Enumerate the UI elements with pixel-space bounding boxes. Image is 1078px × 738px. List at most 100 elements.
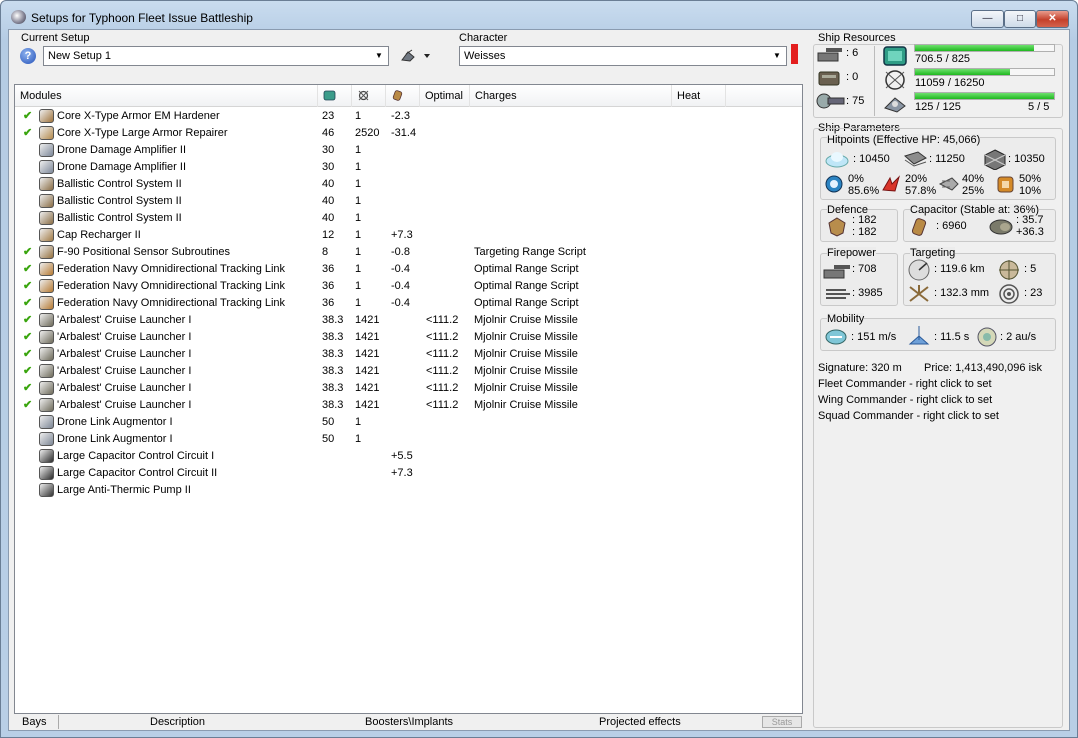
drone-damage-amplifier-icon [39,160,54,174]
cpu-bar [914,44,1055,52]
character-select[interactable]: Weisses ▼ [459,46,787,66]
module-row[interactable]: Cap Recharger II 12 1 +7.3 [15,227,802,244]
hitpoints-title: Hitpoints (Effective HP: 45,066) [827,134,981,146]
module-row[interactable]: Drone Damage Amplifier II 30 1 [15,142,802,159]
module-cpu: 36 [322,263,335,275]
thermal-resist-bottom: 57.8% [905,185,937,197]
drone-damage-amplifier-icon [39,143,54,157]
module-powergrid: 1 [355,178,362,190]
module-powergrid: 1 [355,161,362,173]
module-row[interactable]: ✔ Federation Navy Omnidirectional Trackin… [15,295,802,312]
module-cpu: 50 [322,416,335,428]
module-cpu: 38.3 [322,331,344,343]
module-row[interactable]: Ballistic Control System II 40 1 [15,193,802,210]
tab-bays[interactable]: Bays [22,714,46,730]
online-check-icon[interactable]: ✔ [23,296,35,311]
module-cpu: 50 [322,433,335,445]
powergrid-value: 11059 / 16250 [915,77,985,89]
module-capacitor: -0.4 [391,263,410,275]
calibration-value: : 75 [846,95,865,107]
tracking-link-icon [39,262,54,276]
tab-boosters-implants[interactable]: Boosters\Implants [365,714,453,730]
drone-bandwidth-value: 125 / 125 [915,101,961,113]
tab-description[interactable]: Description [150,714,205,730]
module-row[interactable]: Large Anti-Thermic Pump II [15,482,802,499]
module-row[interactable]: ✔ F-90 Positional Sensor Subroutines 8 1 -0.… [15,244,802,261]
module-charge: Optimal Range Script [474,297,579,309]
module-row[interactable]: Drone Damage Amplifier II 30 1 [15,159,802,176]
module-powergrid: 1 [355,246,362,258]
stats-button[interactable]: Stats [762,716,802,728]
maximize-button[interactable]: □ [1004,10,1036,28]
online-check-icon[interactable]: ✔ [23,245,35,260]
module-row[interactable]: ✔ Core X-Type Armor EM Hardener 23 1 -2.3 [15,108,802,125]
minimize-button[interactable]: — [971,10,1004,28]
module-row[interactable]: Drone Link Augmentor I 50 1 [15,431,802,448]
cpu-icon [883,46,907,66]
modules-list[interactable]: Modules Optimal Charges Heat ✔ Core X-Typ… [14,84,803,714]
module-row[interactable]: ✔ 'Arbalest' Cruise Launcher I 38.3 1421 <11… [15,380,802,397]
max-velocity-icon [825,329,847,345]
online-check-icon[interactable]: ✔ [23,279,35,294]
drone-bandwidth-bar [914,92,1055,100]
character-status-indicator [791,44,798,64]
online-check-icon[interactable]: ✔ [23,126,35,141]
online-check-icon[interactable]: ✔ [23,262,35,277]
tracking-link-icon [39,296,54,310]
module-row[interactable]: ✔ Federation Navy Omnidirectional Trackin… [15,278,802,295]
wing-commander-slot[interactable]: Wing Commander - right click to set [818,394,992,406]
module-row[interactable]: Ballistic Control System II 40 1 [15,210,802,227]
column-charges[interactable]: Charges [470,85,672,107]
online-check-icon[interactable]: ✔ [23,109,35,124]
column-heat[interactable]: Heat [672,85,726,107]
column-powergrid[interactable] [352,85,386,107]
powergrid-bar [914,68,1055,76]
module-name: Federation Navy Omnidirectional Tracking… [57,297,286,309]
module-powergrid: 1421 [355,314,380,326]
module-capacitor: -0.4 [391,280,410,292]
column-optimal[interactable]: Optimal [420,85,470,107]
cap-recharger-icon [39,228,54,242]
help-icon[interactable]: ? [20,48,36,64]
module-row[interactable]: Large Capacitor Control Circuit I +5.5 [15,448,802,465]
chevron-down-icon: ▼ [375,51,383,60]
cruise-launcher-icon [39,313,54,327]
module-name: 'Arbalest' Cruise Launcher I [57,331,192,343]
close-button[interactable]: ✕ [1036,10,1069,28]
column-cpu[interactable] [318,85,352,107]
module-charge: Mjolnir Cruise Missile [474,331,578,343]
online-check-icon[interactable]: ✔ [23,398,35,413]
online-check-icon[interactable]: ✔ [23,364,35,379]
module-powergrid: 1 [355,212,362,224]
module-row[interactable]: ✔ 'Arbalest' Cruise Launcher I 38.3 1421 <11… [15,346,802,363]
module-powergrid: 1421 [355,399,380,411]
module-row[interactable]: ✔ 'Arbalest' Cruise Launcher I 38.3 1421 <11… [15,363,802,380]
online-check-icon[interactable]: ✔ [23,347,35,362]
module-row[interactable]: ✔ 'Arbalest' Cruise Launcher I 38.3 1421 <11… [15,329,802,346]
module-row[interactable]: Drone Link Augmentor I 50 1 [15,414,802,431]
drone-dropdown-button[interactable] [400,48,434,64]
current-setup-label: Current Setup [21,32,90,44]
module-capacitor: +7.3 [391,467,413,479]
module-row[interactable]: Ballistic Control System II 40 1 [15,176,802,193]
fleet-commander-slot[interactable]: Fleet Commander - right click to set [818,378,992,390]
cpu-value: 706.5 / 825 [915,53,971,65]
tab-projected-effects[interactable]: Projected effects [599,714,681,730]
online-check-icon[interactable]: ✔ [23,381,35,396]
setup-select[interactable]: New Setup 1 ▼ [43,46,389,66]
online-check-icon[interactable]: ✔ [23,330,35,345]
cruise-launcher-icon [39,364,54,378]
column-capacitor[interactable] [386,85,420,107]
module-row[interactable]: Large Capacitor Control Circuit II +7.3 [15,465,802,482]
module-row[interactable]: ✔ Federation Navy Omnidirectional Trackin… [15,261,802,278]
cruise-launcher-icon [39,347,54,361]
module-row[interactable]: ✔ Core X-Type Large Armor Repairer 46 2520-… [15,125,802,142]
online-check-icon[interactable]: ✔ [23,313,35,328]
squad-commander-slot[interactable]: Squad Commander - right click to set [818,410,999,422]
module-capacitor: -2.3 [391,110,410,122]
module-row[interactable]: ✔ 'Arbalest' Cruise Launcher I 38.3 1421 <11… [15,397,802,414]
column-modules[interactable]: Modules [15,85,318,107]
module-row[interactable]: ✔ 'Arbalest' Cruise Launcher I 38.3 1421 <11… [15,312,802,329]
window-title: Setups for Typhoon Fleet Issue Battleshi… [31,11,253,25]
module-capacitor: +5.5 [391,450,413,462]
